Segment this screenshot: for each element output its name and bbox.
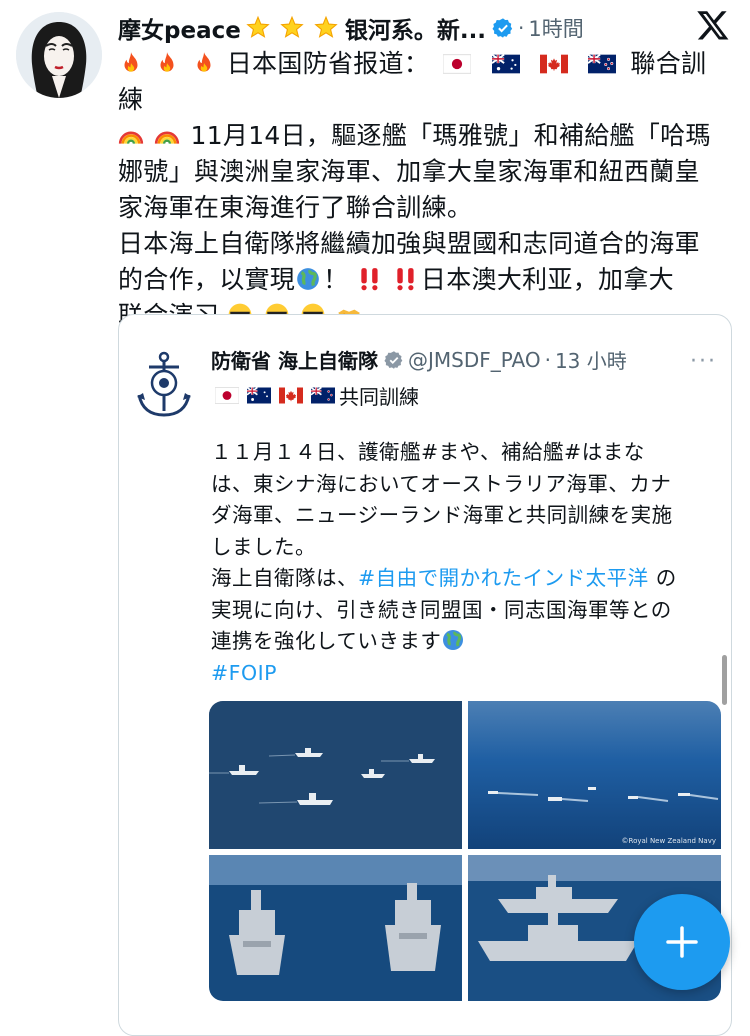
japan-flag-icon <box>215 387 239 404</box>
canada-flag-icon <box>279 387 303 404</box>
double-exclamation-icon <box>361 268 378 291</box>
quote-subtitle: 共同訓練 <box>211 381 419 410</box>
author-name-suffix[interactable]: 银河系。新... <box>345 11 486 45</box>
quote-line-text: 海上自衛隊は、 <box>211 566 358 590</box>
star-emoji-icon <box>245 15 341 41</box>
australia-flag-icon <box>247 387 271 404</box>
new-zealand-flag-icon <box>588 54 617 74</box>
verified-badge-icon <box>492 18 513 38</box>
japan-flag-icon <box>443 54 472 74</box>
tweet-line-6-text: 的合作，以實現 <box>118 265 296 294</box>
quote-line: は、東シナ海においてオーストラリア海軍、カナ <box>211 471 672 496</box>
x-logo-icon[interactable] <box>696 8 730 42</box>
tweet-line-1-text: 日本国防省报道： <box>226 49 430 78</box>
quote-separator: · <box>544 347 551 372</box>
quote-line: 実現に向け、引き続き同盟国・同志国海軍等との <box>211 597 672 622</box>
hashtag-link[interactable]: #自由で開かれたインド太平洋 <box>358 566 649 590</box>
separator-dot: · <box>518 16 525 40</box>
quote-line-text: の <box>648 566 677 590</box>
quote-line-text: 連携を強化していきます <box>211 629 442 653</box>
scrollbar[interactable] <box>722 655 727 705</box>
compose-button[interactable] <box>634 894 730 990</box>
quote-header: 防衛省 海上自衛隊 @JMSDF_PAO · 13 小時 <box>211 345 715 374</box>
photo-ships-wakes[interactable]: ©Royal New Zealand Navy <box>468 701 721 849</box>
author-name[interactable]: 摩女peace <box>118 11 241 45</box>
fire-emoji-icon <box>118 49 227 78</box>
photo-replenishment-ships[interactable] <box>209 855 462 1001</box>
hashtag-foip-link[interactable]: #FOIP <box>211 658 711 690</box>
quote-line: しました。 <box>211 534 316 559</box>
verified-badge-icon <box>384 350 403 369</box>
quote-text: １１月１４日、護衛艦#まや、補給艦#はまな は、東シナ海においてオーストラリア海… <box>211 437 711 689</box>
double-exclamation-icon <box>397 268 414 291</box>
tweet-line-6-punct: ！ <box>323 265 349 294</box>
new-zealand-flag-icon <box>311 387 335 404</box>
tweet-line-2-text: 11月14日，驅逐艦「瑪雅號」和補給艦「哈瑪 <box>190 121 711 150</box>
more-icon[interactable]: ··· <box>690 349 717 374</box>
canada-flag-icon <box>539 54 568 74</box>
tweet-line-4: 家海軍在東海進行了聯合訓練。 <box>118 193 473 222</box>
plus-icon <box>666 926 698 958</box>
tweet-line-6: 的合作，以實現 ！ 日本澳大利亚，加拿大 <box>118 262 728 298</box>
tweet-line-5: 日本海上自衛隊將繼續加強與盟國和志同道合的海軍 <box>118 229 700 258</box>
photo-credit: ©Royal New Zealand Navy <box>622 837 716 845</box>
tweet-line-1: 日本国防省报道： 聯合訓練 <box>118 46 728 118</box>
tweet-header: 摩女peace 银河系。新... · 1時間 <box>118 6 730 50</box>
australia-flag-icon <box>491 54 520 74</box>
globe-emoji-icon <box>297 268 319 290</box>
rainbow-emoji-icon <box>118 121 191 150</box>
photo-ships-formation[interactable] <box>209 701 462 849</box>
quote-line: ダ海軍、ニュージーランド海軍と共同訓練を実施 <box>211 503 673 527</box>
quote-author-name[interactable]: 防衛省 海上自衛隊 <box>211 345 378 374</box>
quote-time[interactable]: 13 小時 <box>555 345 627 374</box>
quote-line: 海上自衛隊は、#自由で開かれたインド太平洋 の <box>211 563 711 595</box>
tweet-line-2: 11月14日，驅逐艦「瑪雅號」和補給艦「哈瑪 <box>118 118 728 154</box>
avatar[interactable] <box>16 12 102 98</box>
quote-subtitle-text: 共同訓練 <box>339 385 419 409</box>
quote-line: 連携を強化していきます <box>211 626 711 658</box>
flags <box>429 49 630 78</box>
timestamp[interactable]: 1時間 <box>528 13 583 43</box>
quote-line: １１月１４日、護衛艦#まや、補給艦#はまな <box>211 440 645 464</box>
jmsdf-logo-icon <box>137 351 191 417</box>
globe-emoji-icon <box>443 630 464 650</box>
quote-handle[interactable]: @JMSDF_PAO <box>408 348 541 372</box>
tweet-text: 日本国防省报道： 聯合訓練 11月14日，驅逐艦「瑪雅號」和補給艦「哈瑪 娜號」… <box>118 46 728 334</box>
tweet-line-6-end: 日本澳大利亚，加拿大 <box>420 265 674 294</box>
tweet-line-3: 娜號」與澳洲皇家海軍、加拿大皇家海軍和紐西蘭皇 <box>118 157 700 186</box>
